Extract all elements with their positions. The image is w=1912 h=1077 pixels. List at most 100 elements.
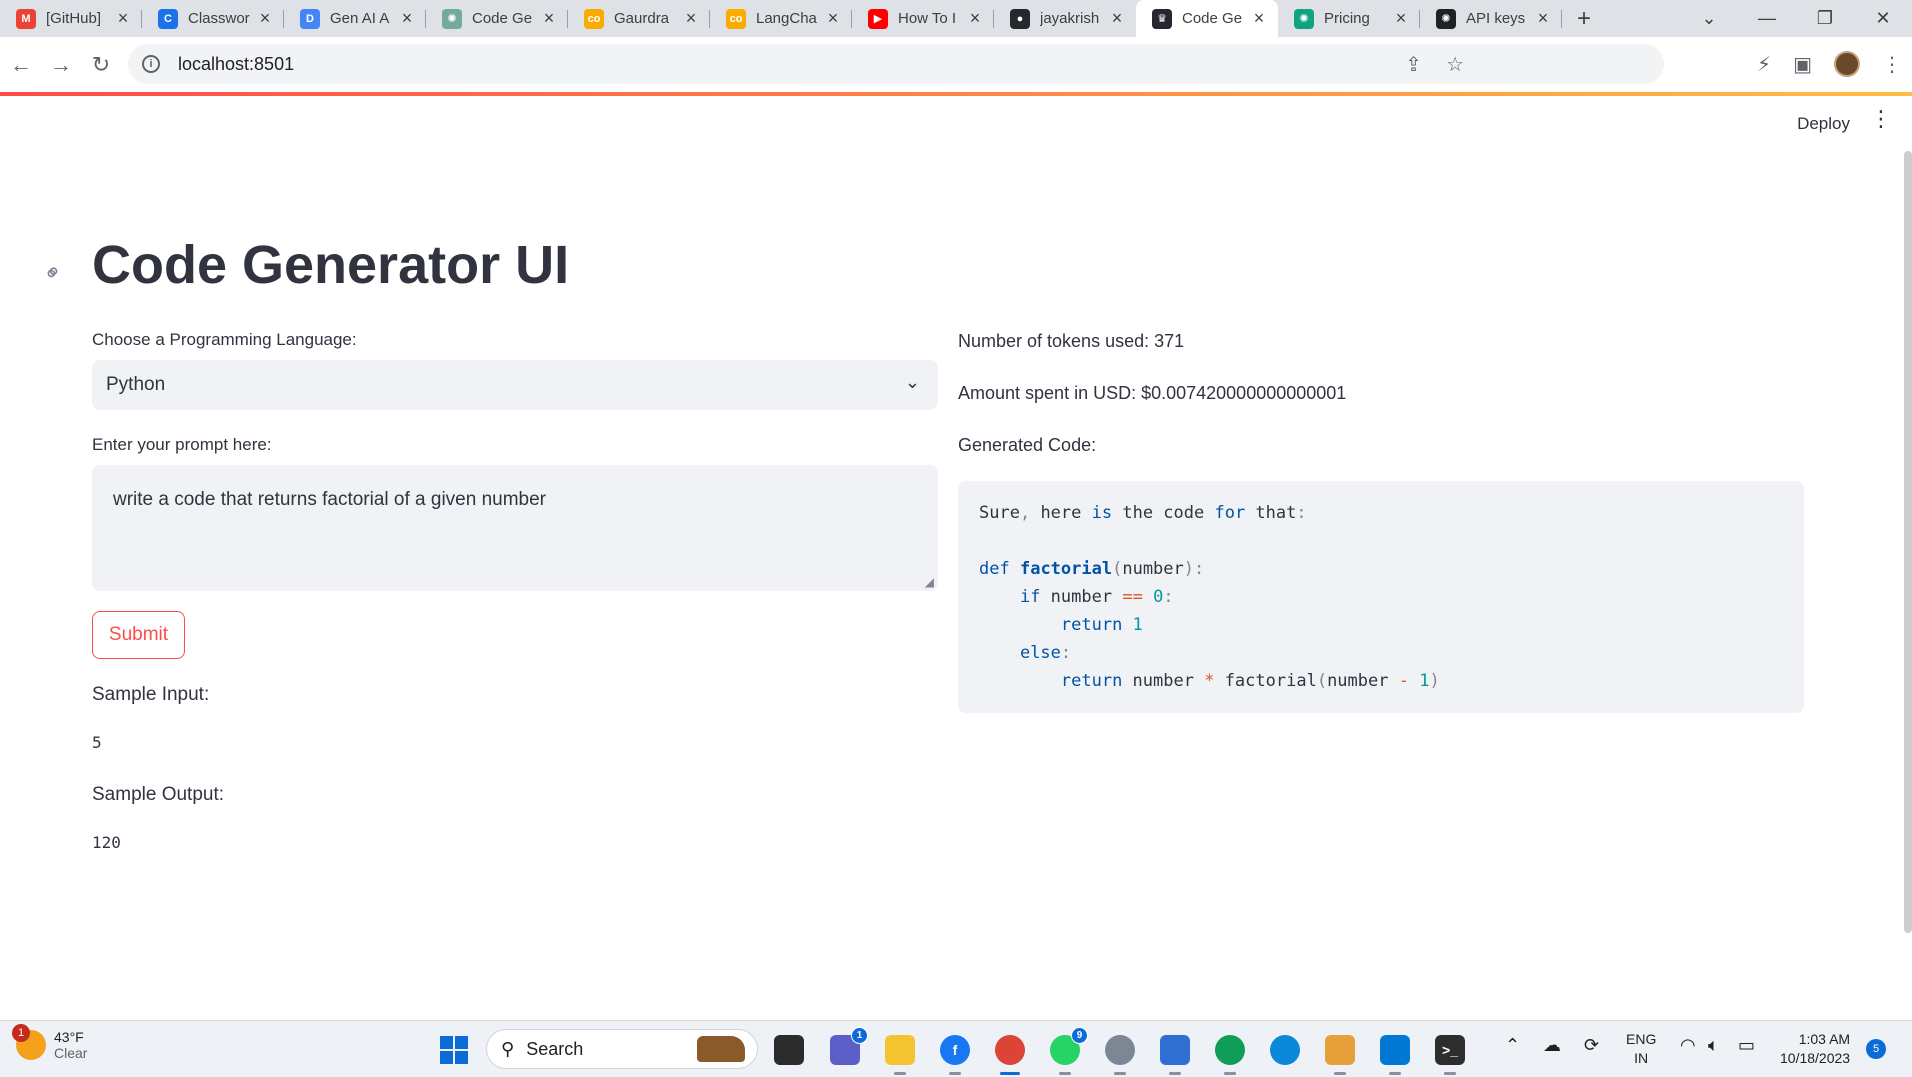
page-scrollbar[interactable]	[1904, 151, 1912, 933]
close-tab-icon[interactable]: ×	[114, 8, 132, 29]
deploy-button[interactable]: Deploy	[1797, 114, 1850, 134]
browser-tab[interactable]: C Classwor ×	[142, 0, 284, 37]
code-line-return-base: return 1	[1060, 615, 1143, 635]
close-tab-icon[interactable]: ×	[398, 8, 416, 29]
github-icon: ●	[1010, 8, 1030, 29]
settings-gear-icon[interactable]	[1105, 1035, 1135, 1075]
tab-title: Gaurdra	[614, 10, 670, 27]
browser-tab[interactable]: co LangCha ×	[710, 0, 852, 37]
youtube-icon: ▶	[868, 8, 888, 29]
profile-avatar[interactable]	[1834, 51, 1860, 77]
browser-tab[interactable]: ✺ Code Ge ×	[426, 0, 568, 37]
browser-tab[interactable]: ✺ Pricing ×	[1278, 0, 1420, 37]
site-info-icon[interactable]: i	[142, 55, 160, 73]
browser-tab[interactable]: M [GitHub] ×	[0, 0, 142, 37]
search-icon: ⚲	[501, 1038, 515, 1059]
anchor-link-icon[interactable]: ⚭	[38, 257, 69, 288]
close-tab-icon[interactable]: ×	[1392, 8, 1410, 29]
taskbar-search[interactable]: ⚲ Search	[486, 1029, 758, 1069]
tray-chevron-icon[interactable]: ⌃	[1505, 1035, 1520, 1056]
lang-code: ENG	[1626, 1031, 1657, 1047]
sync-icon[interactable]: ⟳	[1584, 1035, 1599, 1056]
openai-icon: ✺	[1436, 8, 1456, 29]
onedrive-icon[interactable]: ☁	[1543, 1035, 1561, 1056]
browser-tab[interactable]: ♛ Code Ge ×	[1136, 0, 1278, 37]
browser-tab[interactable]: ● jayakrish ×	[994, 0, 1136, 37]
colab-icon: co	[584, 8, 604, 29]
app-menu-icon[interactable]: ⋮	[1870, 108, 1892, 130]
reload-icon[interactable]: ↻	[82, 52, 120, 78]
system-clock[interactable]: 1:03 AM 10/18/2023	[1780, 1030, 1850, 1068]
browser-tab[interactable]: co Gaurdra ×	[568, 0, 710, 37]
prompt-text: write a code that returns factorial of a…	[113, 489, 547, 510]
code-block[interactable]: Sure, here is the code for that: def fac…	[958, 481, 1804, 713]
tab-title: Gen AI A	[330, 10, 390, 27]
tab-search-icon[interactable]: ⌄	[1680, 0, 1738, 37]
browser-menu-icon[interactable]: ⋮	[1882, 52, 1902, 77]
tab-title: How To I	[898, 10, 957, 27]
address-bar[interactable]: i localhost:8501 ⇪ ☆	[128, 44, 1664, 84]
close-window-icon[interactable]: ✕	[1854, 0, 1912, 37]
battery-icon[interactable]: ▭	[1738, 1035, 1755, 1056]
taskbar-search-label: Search	[526, 1038, 584, 1059]
close-tab-icon[interactable]: ×	[824, 8, 842, 29]
tab-title: LangCha	[756, 10, 817, 27]
classroom-icon: C	[158, 8, 178, 29]
minimize-icon[interactable]: —	[1738, 0, 1796, 37]
browser-tab[interactable]: ✺ API keys ×	[1420, 0, 1562, 37]
submit-button[interactable]: Submit	[92, 611, 185, 659]
file-explorer-icon[interactable]	[885, 1035, 915, 1075]
new-tab-icon[interactable]: +	[1562, 0, 1606, 37]
forward-icon[interactable]: →	[42, 52, 80, 78]
running-indicator	[894, 1072, 906, 1075]
wifi-icon[interactable]: ◠	[1680, 1035, 1696, 1056]
restore-icon[interactable]: ❐	[1796, 0, 1854, 37]
side-panel-icon[interactable]: ▣	[1793, 52, 1812, 77]
notification-count[interactable]: 5	[1866, 1039, 1886, 1059]
edge-icon[interactable]	[1270, 1035, 1300, 1065]
gmail-icon: M	[16, 8, 36, 29]
amount-spent-text: Amount spent in USD: $0.0074200000000000…	[958, 383, 1347, 403]
prompt-textarea[interactable]: write a code that returns factorial of a…	[92, 465, 938, 591]
close-tab-icon[interactable]: ×	[1534, 8, 1552, 29]
notepad-icon[interactable]	[1160, 1035, 1190, 1075]
terminal-icon[interactable]: >_	[1435, 1035, 1465, 1075]
chrome-icon[interactable]	[995, 1035, 1025, 1075]
weather-widget[interactable]: 1 43°F Clear	[12, 1024, 88, 1061]
language-indicator[interactable]: ENG IN	[1626, 1030, 1656, 1068]
sample-input-label: Sample Input:	[92, 684, 210, 705]
language-select[interactable]: Python ⌄	[92, 360, 938, 410]
share-icon[interactable]: ⇪	[1405, 52, 1422, 77]
chrome-profile-icon[interactable]	[1215, 1035, 1245, 1075]
language-selected-value: Python	[106, 374, 166, 395]
close-tab-icon[interactable]: ×	[682, 8, 700, 29]
teams-chat-icon[interactable]: 1	[830, 1027, 868, 1065]
browser-tab[interactable]: D Gen AI A ×	[284, 0, 426, 37]
close-tab-icon[interactable]: ×	[540, 8, 558, 29]
close-tab-icon[interactable]: ×	[256, 8, 274, 29]
close-tab-icon[interactable]: ×	[1250, 8, 1268, 29]
close-tab-icon[interactable]: ×	[1108, 8, 1126, 29]
resize-handle-icon[interactable]: ◢	[925, 575, 934, 589]
active-indicator	[1000, 1072, 1020, 1075]
code-line-def: def factorial(number):	[979, 559, 1205, 579]
weather-desc: Clear	[54, 1045, 88, 1061]
running-indicator	[1444, 1072, 1456, 1075]
whatsapp-icon[interactable]: 9	[1050, 1027, 1088, 1075]
running-indicator	[1224, 1072, 1236, 1075]
close-tab-icon[interactable]: ×	[966, 8, 984, 29]
bookmark-star-icon[interactable]: ☆	[1446, 52, 1464, 77]
start-windows-icon[interactable]	[440, 1036, 468, 1064]
extension-icon[interactable]: ⚡	[1757, 52, 1771, 77]
clock-date: 10/18/2023	[1780, 1050, 1851, 1066]
clock-time: 1:03 AM	[1798, 1031, 1851, 1047]
task-view-icon[interactable]	[774, 1035, 804, 1065]
back-icon[interactable]: ←	[2, 52, 40, 78]
browser-tab[interactable]: ▶ How To I ×	[852, 0, 994, 37]
colorful-app-icon[interactable]	[1325, 1035, 1355, 1075]
windows-taskbar: 1 43°F Clear ⚲ Search 1 f 9 >_ ⌃ ☁ ⟳ ENG…	[0, 1020, 1912, 1077]
volume-icon[interactable]: 🔈︎	[1708, 1035, 1719, 1056]
vscode-icon[interactable]	[1380, 1035, 1410, 1075]
streamlit-app: Deploy ⋮ ⚭ Code Generator UI Choose a Pr…	[0, 96, 1912, 1020]
facebook-icon[interactable]: f	[940, 1035, 970, 1075]
